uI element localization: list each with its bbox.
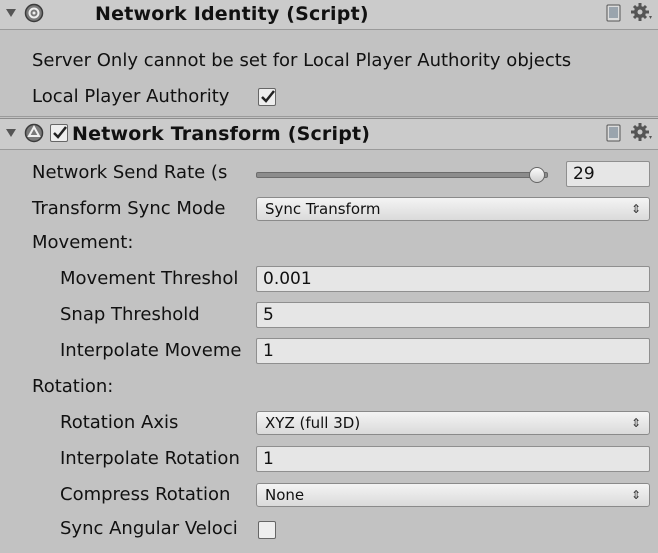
network-transform-enabled-checkbox[interactable] (50, 124, 68, 142)
send-rate-field[interactable]: 29 (566, 161, 650, 187)
compress-rotation-dropdown[interactable]: None ⇕ (256, 483, 650, 507)
local-player-authority-checkbox[interactable] (258, 88, 276, 106)
network-identity-title: Network Identity (Script) (95, 3, 369, 25)
popup-arrows-icon: ⇕ (630, 416, 641, 430)
server-only-warning: Server Only cannot be set for Local Play… (32, 50, 572, 71)
sync-mode-label: Transform Sync Mode (32, 198, 226, 219)
help-book-icon[interactable] (606, 4, 622, 22)
rotation-axis-dropdown[interactable]: XYZ (full 3D) ⇕ (256, 411, 650, 435)
rotation-axis-value: XYZ (full 3D) (265, 414, 361, 432)
network-identity-icon (24, 3, 44, 23)
interpolate-rotation-field[interactable]: 1 (256, 446, 650, 472)
network-transform-header[interactable]: Network Transform (Script) (0, 118, 658, 150)
snap-threshold-field[interactable]: 5 (256, 302, 650, 328)
gear-icon[interactable] (630, 2, 654, 24)
checkmark-icon (261, 90, 275, 103)
rotation-axis-label: Rotation Axis (60, 412, 179, 433)
local-player-authority-label: Local Player Authority (32, 86, 230, 107)
send-rate-slider-track[interactable] (256, 172, 548, 178)
compress-rotation-label: Compress Rotation (60, 484, 231, 505)
foldout-arrow-icon[interactable] (6, 9, 16, 17)
checkmark-icon (53, 126, 67, 139)
network-transform-icon (24, 123, 44, 143)
interpolate-movement-label: Interpolate Moveme (60, 340, 242, 361)
component-separator (0, 116, 658, 117)
interpolate-rotation-label: Interpolate Rotation (60, 448, 240, 469)
popup-arrows-icon: ⇕ (630, 488, 641, 502)
sync-angular-velocity-label: Sync Angular Veloci (60, 518, 238, 539)
network-identity-header[interactable]: Network Identity (Script) (0, 0, 658, 30)
compress-rotation-value: None (265, 486, 305, 504)
send-rate-slider-thumb[interactable] (529, 167, 546, 183)
help-book-icon[interactable] (606, 124, 622, 142)
sync-mode-value: Sync Transform (265, 200, 381, 218)
snap-threshold-label: Snap Threshold (60, 304, 200, 325)
popup-arrows-icon: ⇕ (630, 202, 641, 216)
send-rate-label: Network Send Rate (s (32, 162, 228, 183)
gear-icon[interactable] (630, 122, 654, 144)
interpolate-movement-field[interactable]: 1 (256, 338, 650, 364)
foldout-arrow-icon[interactable] (6, 129, 16, 137)
network-transform-title: Network Transform (Script) (72, 123, 371, 145)
movement-threshold-label: Movement Threshol (60, 268, 239, 289)
sync-mode-dropdown[interactable]: Sync Transform ⇕ (256, 197, 650, 221)
movement-threshold-field[interactable]: 0.001 (256, 266, 650, 292)
sync-angular-velocity-checkbox[interactable] (258, 521, 276, 539)
movement-header: Movement: (32, 232, 134, 253)
rotation-header: Rotation: (32, 376, 114, 397)
